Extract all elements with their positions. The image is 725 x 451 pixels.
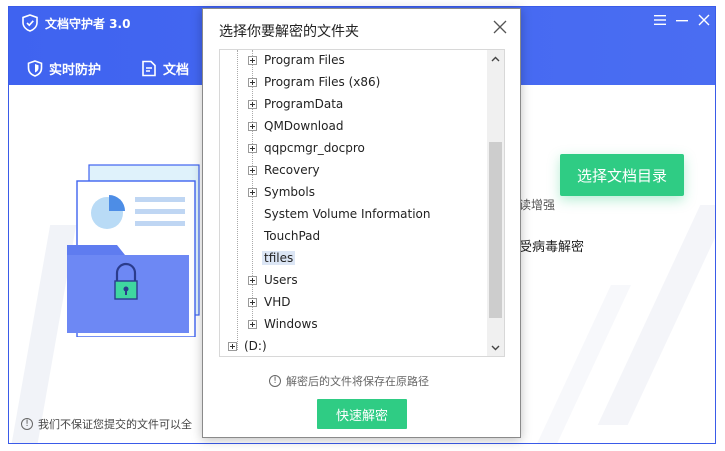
locked-folder-illustration — [67, 164, 200, 337]
info-icon: ! — [21, 418, 33, 430]
dialog-note: ! 解密后的文件将保存在原路径 — [269, 373, 429, 389]
tree-item-label: Program Files (x86) — [264, 75, 381, 89]
tree-item-label: Windows — [264, 317, 318, 331]
tree-item-label: ProgramData — [264, 97, 344, 111]
tree-item-label: Program Files — [264, 53, 345, 67]
select-directory-button[interactable]: 选择文档目录 — [560, 154, 684, 196]
tab-bar: 实时防护 文档 — [27, 55, 229, 81]
info-icon: ! — [269, 375, 281, 387]
tree-item[interactable]: tfiles — [248, 247, 296, 269]
expand-plus-icon[interactable] — [248, 77, 257, 87]
disclaimer: ! 我们不保证您提交的文件可以全 — [21, 416, 192, 432]
expand-plus-icon[interactable] — [248, 143, 257, 153]
minimize-icon[interactable] — [673, 12, 691, 30]
scroll-down-arrow-icon[interactable] — [487, 339, 504, 356]
tree-guide-line — [237, 50, 238, 350]
tree-item-label: VHD — [264, 295, 291, 309]
tree-item[interactable]: Symbols — [248, 181, 317, 203]
expand-plus-icon[interactable] — [248, 297, 257, 307]
expand-plus-icon[interactable] — [248, 165, 257, 175]
tree-item[interactable]: QMDownload — [248, 115, 345, 137]
tree-item[interactable]: System Volume Information — [248, 203, 432, 225]
dialog-title: 选择你要解密的文件夹 — [219, 24, 359, 40]
expand-plus-icon[interactable] — [248, 55, 257, 65]
close-icon[interactable] — [492, 19, 508, 35]
tree-item[interactable]: Recovery — [248, 159, 322, 181]
tree-item-label: Users — [264, 273, 298, 287]
disclaimer-text: 我们不保证您提交的文件可以全 — [38, 418, 192, 431]
tree-item-label: qqpcmgr_docpro — [264, 141, 365, 155]
feature-description: 读增强 — [519, 198, 556, 212]
tree-item[interactable]: qqpcmgr_docpro — [248, 137, 367, 159]
tab-label: 实时防护 — [49, 62, 102, 78]
tree-item-label: tfiles — [262, 251, 296, 265]
tree-item-label: (D:) — [244, 339, 267, 353]
tab-realtime-protection[interactable]: 实时防护 — [27, 55, 101, 81]
app-title: 文档守护者 3.0 — [45, 17, 131, 31]
scrollbar-thumb[interactable] — [489, 142, 502, 318]
dialog-note-text: 解密后的文件将保存在原路径 — [286, 375, 429, 388]
document-icon — [142, 60, 156, 76]
expand-plus-icon[interactable] — [228, 341, 237, 351]
expand-plus-icon[interactable] — [248, 187, 257, 197]
close-icon[interactable] — [695, 12, 713, 30]
tree-item[interactable]: Program Files — [248, 50, 347, 71]
shield-icon — [27, 59, 43, 77]
tab-label: 文档 — [163, 62, 190, 78]
tab-document[interactable]: 文档 — [141, 55, 189, 81]
vertical-scrollbar[interactable] — [487, 50, 504, 356]
menu-icon[interactable] — [651, 12, 669, 30]
tree-item-label: TouchPad — [264, 229, 321, 243]
tree-item[interactable]: Program Files (x86) — [248, 71, 382, 93]
tree-item-label: Symbols — [264, 185, 315, 199]
scroll-up-arrow-icon[interactable] — [487, 50, 504, 67]
quick-decrypt-button[interactable]: 快速解密 — [317, 399, 407, 429]
tree-item[interactable]: Users — [248, 269, 300, 291]
feature-description: 受病毒解密 — [519, 240, 585, 255]
tree-item[interactable]: ProgramData — [248, 93, 345, 115]
tree-item[interactable]: (D:) — [228, 335, 269, 356]
expand-plus-icon[interactable] — [248, 121, 257, 131]
shield-logo-icon — [22, 14, 38, 32]
folder-tree[interactable]: Program Files Program Files (x86) ProgramD… — [219, 49, 505, 357]
tree-item-label: System Volume Information — [264, 207, 431, 221]
tree-item-label: Recovery — [264, 163, 320, 177]
tree-item[interactable]: VHD — [248, 291, 292, 313]
expand-plus-icon[interactable] — [248, 275, 257, 285]
tree-item-label: QMDownload — [264, 119, 344, 133]
tree-item[interactable]: TouchPad — [248, 225, 322, 247]
expand-plus-icon[interactable] — [248, 319, 257, 329]
folder-picker-dialog: 选择你要解密的文件夹 Program Files Program Files (x… — [202, 8, 521, 438]
tree-item[interactable]: Windows — [248, 313, 320, 335]
expand-plus-icon[interactable] — [248, 99, 257, 109]
